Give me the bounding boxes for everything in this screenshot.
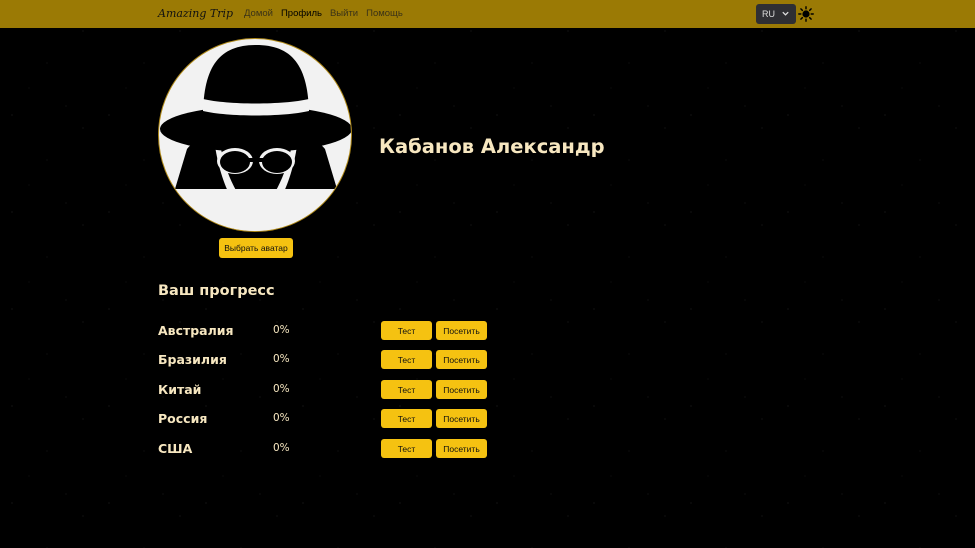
spy-avatar-icon — [159, 45, 351, 231]
nav-home[interactable]: Домой — [244, 8, 273, 19]
progress-title: Ваш прогресс — [158, 283, 275, 299]
country-name: Австралия — [158, 323, 234, 338]
nav-logout[interactable]: Выйти — [330, 8, 358, 19]
nav-profile[interactable]: Профиль — [281, 8, 322, 19]
visit-button[interactable]: Посетить — [436, 321, 487, 340]
progress-percent: 0% — [273, 353, 290, 365]
main-nav: Домой Профиль Выйти Помощь — [244, 8, 403, 19]
nav-help[interactable]: Помощь — [366, 8, 403, 19]
choose-avatar-button[interactable]: Выбрать аватар — [219, 238, 293, 258]
progress-row-australia: Австралия 0% Тест Посетить — [158, 321, 498, 341]
language-value: RU — [762, 9, 775, 19]
test-button[interactable]: Тест — [381, 439, 432, 458]
starry-background — [0, 0, 975, 548]
progress-percent: 0% — [273, 324, 290, 336]
language-select[interactable]: RU — [756, 4, 796, 24]
progress-percent: 0% — [273, 412, 290, 424]
visit-button[interactable]: Посетить — [436, 409, 487, 428]
progress-row-usa: США 0% Тест Посетить — [158, 439, 498, 459]
visit-button[interactable]: Посетить — [436, 350, 487, 369]
progress-percent: 0% — [273, 383, 290, 395]
progress-row-russia: Россия 0% Тест Посетить — [158, 409, 498, 429]
country-name: Китай — [158, 382, 202, 397]
country-name: Россия — [158, 411, 208, 426]
visit-button[interactable]: Посетить — [436, 439, 487, 458]
top-navbar: Amazing Trip Домой Профиль Выйти Помощь … — [0, 0, 975, 28]
chevron-down-icon — [782, 11, 789, 16]
visit-button[interactable]: Посетить — [436, 380, 487, 399]
test-button[interactable]: Тест — [381, 380, 432, 399]
test-button[interactable]: Тест — [381, 409, 432, 428]
user-name: Кабанов Александр — [379, 135, 605, 158]
test-button[interactable]: Тест — [381, 321, 432, 340]
country-name: Бразилия — [158, 352, 227, 367]
avatar — [158, 38, 352, 232]
theme-toggle-sun-icon[interactable] — [798, 6, 814, 22]
country-name: США — [158, 441, 193, 456]
test-button[interactable]: Тест — [381, 350, 432, 369]
progress-percent: 0% — [273, 442, 290, 454]
brand-logo[interactable]: Amazing Trip — [158, 7, 233, 20]
progress-row-brazil: Бразилия 0% Тест Посетить — [158, 350, 498, 370]
progress-row-china: Китай 0% Тест Посетить — [158, 380, 498, 400]
